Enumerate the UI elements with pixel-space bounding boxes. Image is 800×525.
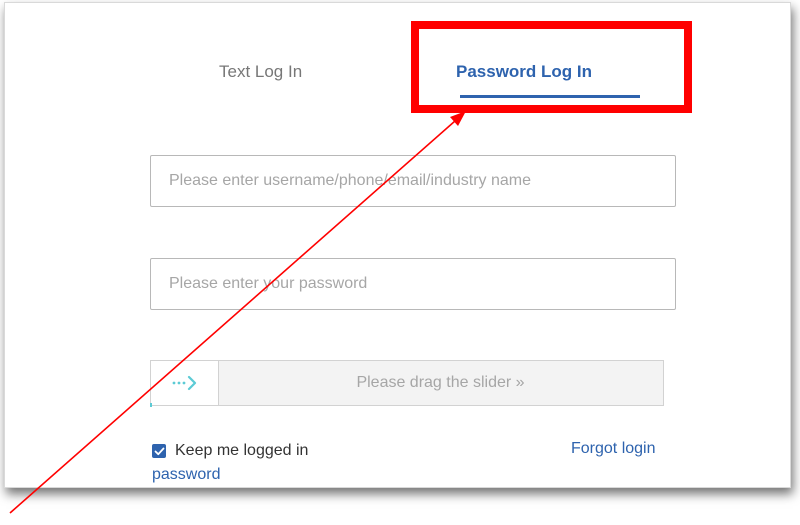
tab-text-login[interactable]: Text Log In: [219, 62, 302, 82]
screenshot-stage: Text Log In Password Log In Please drag …: [0, 0, 800, 525]
active-tab-underline: [460, 95, 640, 98]
password-input[interactable]: [150, 258, 676, 310]
keep-logged-in-checkbox[interactable]: Keep me logged in: [152, 442, 308, 460]
tab-password-login[interactable]: Password Log In: [456, 62, 592, 82]
captcha-slider-track: Please drag the slider »: [150, 360, 664, 407]
slider-progress-bar: [150, 403, 152, 407]
slider-instruction: Please drag the slider »: [356, 374, 525, 391]
forgot-password-link[interactable]: Forgot login: [571, 440, 656, 458]
username-input[interactable]: [150, 155, 676, 207]
forgot-password-link-continued[interactable]: password: [152, 466, 220, 484]
login-panel: [4, 2, 791, 488]
checkbox-checked-icon: [152, 444, 166, 458]
captcha-slider-handle[interactable]: [151, 361, 219, 405]
dotted-arrow-right-icon: [172, 375, 196, 391]
keep-logged-in-label: Keep me logged in: [175, 442, 309, 459]
